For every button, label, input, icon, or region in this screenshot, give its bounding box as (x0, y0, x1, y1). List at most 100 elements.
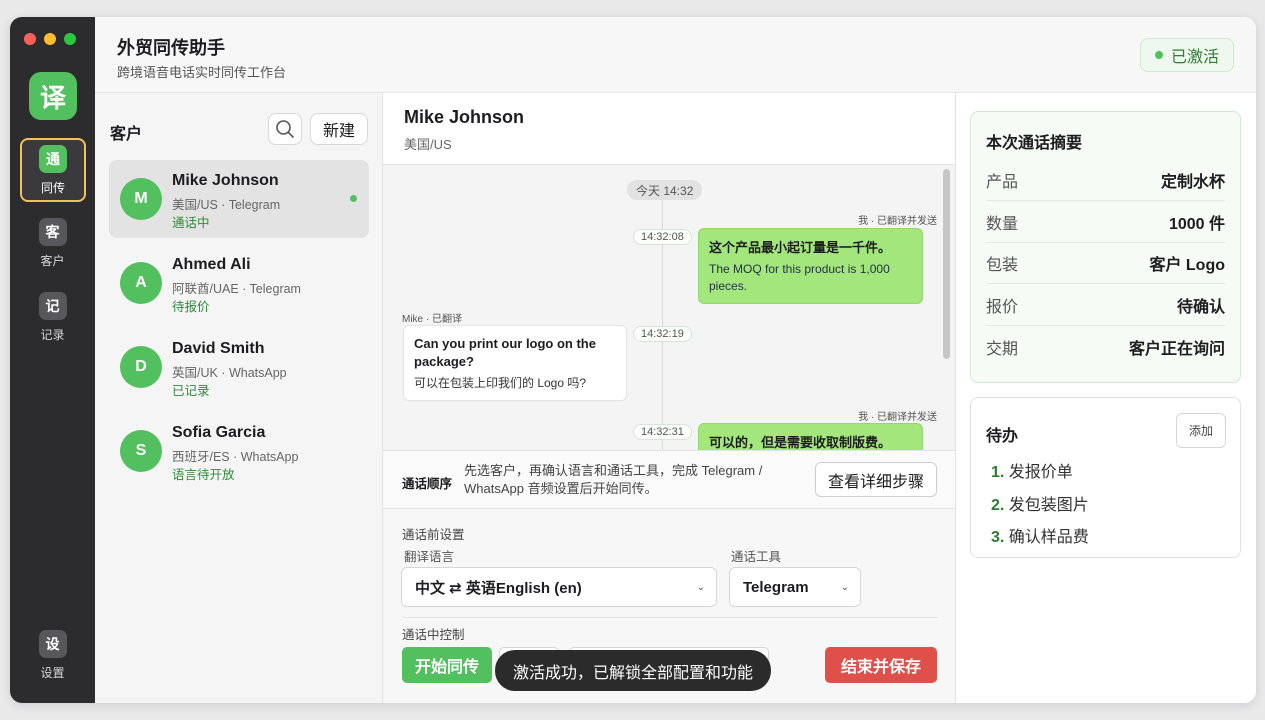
message-text: 这个产品最小起订量是一千件。 (709, 240, 892, 255)
online-dot-icon (350, 195, 357, 202)
add-todo-button[interactable]: 添加 (1176, 413, 1226, 448)
customer-item[interactable]: A Ahmed Ali 阿联酋/UAE · Telegram 待报价 (109, 244, 369, 322)
sidebar-item-label: 客户 (40, 254, 65, 268)
customer-status: 已记录 (172, 384, 210, 398)
message-translation: 可以在包装上印我们的 Logo 吗? (414, 376, 587, 390)
sidebar-item-label: 设置 (40, 666, 65, 680)
message-bubble-outgoing[interactable]: 可以的，但是需要收取制版费。 (698, 423, 923, 450)
todo-item[interactable]: 1. 发报价单 (991, 458, 1073, 482)
customer-item[interactable]: S Sofia Garcia 西班牙/ES · WhatsApp 语言待开放 (109, 412, 369, 490)
summary-row: 交期 客户正在询问 (986, 326, 1225, 367)
right-panel: 本次通话摘要 产品 定制水杯 数量 1000 件 包装 客户 Logo 报价 待… (956, 93, 1256, 703)
close-window-button[interactable] (24, 33, 36, 45)
todo-text: 确认样品费 (1008, 529, 1089, 546)
todo-item[interactable]: 2. 发包装图片 (991, 491, 1089, 515)
summary-row: 产品 定制水杯 (986, 160, 1225, 201)
message-timestamp: 14:32:31 (633, 424, 692, 440)
customer-name: David Smith (172, 340, 265, 357)
customer-panel: 客户 新建 M Mike Johnson 美国/US · Telegram 通话… (95, 93, 383, 703)
summary-row: 报价 待确认 (986, 285, 1225, 326)
tool-select[interactable]: Telegram ⌄ (729, 567, 861, 607)
language-select[interactable]: 中文 ⇄ 英语English (en) ⌄ (401, 567, 717, 607)
start-interpret-button[interactable]: 开始同传 (402, 647, 492, 683)
chat-scrollbar[interactable] (943, 169, 950, 359)
todo-number: 1. (991, 464, 1005, 481)
customer-panel-title: 客户 (110, 126, 143, 143)
customer-status: 语言待开放 (172, 468, 235, 482)
sidebar-item-records[interactable]: 记 记录 (10, 292, 95, 343)
sidebar-item-interpret[interactable]: 通 同传 (20, 138, 86, 202)
message-bubble-incoming[interactable]: Can you print our logo on the package? 可… (403, 325, 627, 401)
app-subtitle: 跨境语音电话实时同传工作台 (117, 65, 287, 80)
customer-name: Sofia Garcia (172, 424, 266, 441)
pre-call-title: 通话前设置 (402, 528, 465, 542)
chat-area[interactable]: 今天 14:32 我 · 已翻译并发送 14:32:08 这个产品最小起订量是一… (383, 165, 955, 450)
summary-key: 数量 (986, 216, 1019, 233)
todo-number: 3. (991, 529, 1005, 546)
customer-meta: 美国/US · Telegram (172, 198, 281, 212)
sidebar-item-settings[interactable]: 设 设置 (10, 630, 95, 681)
search-icon (276, 120, 294, 138)
minimize-window-button[interactable] (44, 33, 56, 45)
view-steps-button[interactable]: 查看详细步骤 (815, 462, 937, 497)
window-controls (24, 33, 76, 45)
conversation-contact-region: 美国/US (404, 137, 452, 152)
customer-name: Mike Johnson (172, 172, 279, 189)
summary-value: 客户正在询问 (1128, 340, 1225, 358)
message-meta: 我 · 已翻译并发送 (858, 412, 937, 423)
call-summary-card: 本次通话摘要 产品 定制水杯 数量 1000 件 包装 客户 Logo 报价 待… (970, 111, 1241, 383)
toast-message: 激活成功，已解锁全部配置和功能 (495, 650, 771, 691)
message-timestamp: 14:32:08 (633, 229, 692, 245)
activation-label: 已激活 (1170, 49, 1219, 66)
in-call-title: 通话中控制 (402, 628, 465, 642)
message-translation: The MOQ for this product is 1,000 pieces… (709, 262, 890, 293)
new-customer-button[interactable]: 新建 (310, 113, 368, 145)
chevron-down-icon: ⌄ (696, 582, 705, 593)
summary-value: 定制水杯 (1160, 174, 1225, 191)
sidebar-item-label: 记录 (40, 328, 65, 342)
customer-status: 通话中 (172, 216, 210, 230)
app-header: 外贸同传助手 跨境语音电话实时同传工作台 已激活 (95, 17, 1256, 93)
summary-value: 客户 Logo (1149, 257, 1225, 274)
chevron-down-icon: ⌄ (840, 582, 849, 593)
maximize-window-button[interactable] (64, 33, 76, 45)
summary-row: 数量 1000 件 (986, 202, 1225, 243)
todo-item[interactable]: 3. 确认样品费 (991, 523, 1089, 547)
summary-key: 交期 (986, 340, 1019, 358)
divider (402, 617, 938, 618)
summary-key: 产品 (986, 174, 1019, 191)
customer-item[interactable]: D David Smith 英国/UK · WhatsApp 已记录 (109, 328, 369, 406)
summary-row: 包装 客户 Logo (986, 243, 1225, 284)
tool-value: Telegram (743, 578, 809, 596)
conversation-contact-name: Mike Johnson (404, 107, 525, 127)
message-meta: Mike · 已翻译 (402, 314, 462, 325)
avatar: M (120, 178, 162, 220)
customer-meta: 英国/UK · WhatsApp (172, 366, 287, 380)
customer-item[interactable]: M Mike Johnson 美国/US · Telegram 通话中 (109, 160, 369, 238)
todo-title: 待办 (986, 428, 1019, 445)
app-logo: 译 (29, 72, 77, 120)
customer-status: 待报价 (172, 300, 210, 314)
customer-meta: 西班牙/ES · WhatsApp (172, 450, 299, 464)
end-save-button[interactable]: 结束并保存 (825, 647, 937, 683)
interpret-icon: 通 (39, 144, 67, 173)
language-label: 翻译语言 (404, 550, 455, 564)
call-order-text: 先选客户，再确认语言和通话工具，完成 Telegram / WhatsApp 音… (464, 463, 763, 496)
day-separator: 今天 14:32 (627, 180, 703, 200)
tool-label: 通话工具 (731, 550, 782, 564)
sidebar-item-customers[interactable]: 客 客户 (10, 218, 95, 269)
customer-name: Ahmed Ali (172, 256, 251, 273)
sidebar: 译 通 同传 客 客户 记 记录 设 设置 (10, 17, 95, 703)
call-order-label: 通话顺序 (402, 477, 453, 491)
message-meta: 我 · 已翻译并发送 (858, 216, 937, 227)
summary-title: 本次通话摘要 (986, 135, 1083, 152)
conversation-header: Mike Johnson 美国/US (383, 93, 955, 165)
sidebar-item-label: 同传 (40, 180, 65, 195)
search-button[interactable] (268, 113, 302, 145)
summary-value: 待确认 (1176, 299, 1225, 316)
todo-text: 发报价单 (1008, 464, 1073, 481)
avatar: S (120, 430, 162, 472)
message-text: 可以的，但是需要收取制版费。 (709, 435, 892, 450)
message-bubble-outgoing[interactable]: 这个产品最小起订量是一千件。 The MOQ for this product … (698, 228, 923, 304)
customers-icon: 客 (38, 218, 67, 246)
